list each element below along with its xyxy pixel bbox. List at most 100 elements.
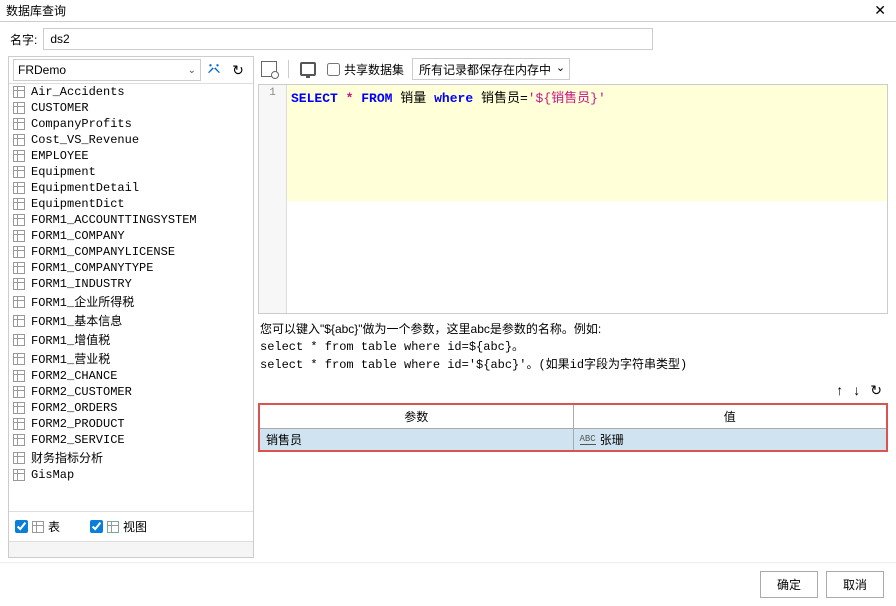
sql-cond-field: 销售员=	[481, 91, 528, 106]
table-item[interactable]: Equipment	[9, 164, 253, 180]
table-icon	[13, 262, 25, 274]
refresh-params-icon[interactable]: ↻	[870, 382, 882, 399]
table-filter-label: 表	[48, 518, 60, 535]
table-item[interactable]: FORM1_COMPANY	[9, 228, 253, 244]
table-item-label: FORM2_CUSTOMER	[31, 385, 132, 399]
param-row[interactable]: 销售员 ABC 张珊	[260, 429, 886, 450]
table-icon	[13, 296, 25, 308]
sql-star: *	[346, 91, 354, 106]
string-type-icon: ABC	[580, 434, 596, 445]
sql-select: SELECT	[291, 91, 338, 106]
hint-line1: 您可以键入"${abc}"做为一个参数，这里abc是参数的名称。例如:	[260, 320, 886, 338]
table-item[interactable]: EquipmentDict	[9, 196, 253, 212]
table-icon	[13, 278, 25, 290]
table-item-label: FORM1_增值税	[31, 331, 110, 348]
horizontal-scrollbar[interactable]	[9, 541, 253, 557]
table-icon	[13, 86, 25, 98]
table-icon	[13, 198, 25, 210]
screen-icon[interactable]	[297, 58, 319, 80]
table-icon	[13, 434, 25, 446]
move-down-icon[interactable]: ↓	[853, 382, 860, 399]
name-input[interactable]	[43, 28, 653, 50]
table-item[interactable]: EMPLOYEE	[9, 148, 253, 164]
sql-table: 销量	[400, 91, 426, 106]
table-item-label: FORM2_PRODUCT	[31, 417, 125, 431]
table-list[interactable]: Air_Accidents CUSTOMERCompanyProfitsCost_…	[9, 84, 253, 512]
move-up-icon[interactable]: ↑	[836, 382, 843, 399]
table-item-label: Cost_VS_Revenue	[31, 133, 139, 147]
table-icon	[13, 166, 25, 178]
memory-option: 所有记录都保存在内存中	[419, 61, 551, 78]
table-icon	[13, 402, 25, 414]
table-item[interactable]: FORM1_INDUSTRY	[9, 276, 253, 292]
view-filter-checkbox[interactable]	[90, 520, 103, 533]
table-icon	[13, 315, 25, 327]
table-item[interactable]: CompanyProfits	[9, 116, 253, 132]
cancel-button[interactable]: 取消	[826, 571, 884, 598]
left-pane: FRDemo ⌄ ↻ Air_Accidents CUSTOMERCompanyP…	[8, 56, 254, 558]
table-item[interactable]: CUSTOMER	[9, 100, 253, 116]
chevron-down-icon: ⌄	[188, 65, 196, 76]
share-dataset-label: 共享数据集	[344, 61, 404, 78]
table-item-label: Equipment	[31, 165, 96, 179]
table-item[interactable]: FORM2_CUSTOMER	[9, 384, 253, 400]
table-item[interactable]: Air_Accidents	[9, 84, 253, 100]
table-item[interactable]: FORM2_SERVICE	[9, 432, 253, 448]
table-item[interactable]: FORM1_COMPANYTYPE	[9, 260, 253, 276]
table-icon	[13, 334, 25, 346]
refresh-icon[interactable]: ↻	[227, 59, 249, 81]
memory-select[interactable]: 所有记录都保存在内存中	[412, 58, 570, 80]
table-item-label: 财务指标分析	[31, 449, 103, 466]
view-icon	[107, 521, 119, 533]
table-icon	[13, 214, 25, 226]
param-name-cell[interactable]: 销售员	[260, 429, 574, 450]
hint-line3: select * from table where id='${abc}'。(如…	[260, 356, 886, 374]
table-item-label: Air_Accidents	[31, 85, 125, 99]
table-icon	[13, 118, 25, 130]
table-icon	[13, 102, 25, 114]
table-item-label: FORM1_COMPANYLICENSE	[31, 245, 175, 259]
cut-icon[interactable]	[203, 59, 225, 81]
table-icon	[13, 418, 25, 430]
table-item[interactable]: Cost_VS_Revenue	[9, 132, 253, 148]
table-item[interactable]: FORM1_企业所得税	[9, 292, 253, 311]
table-item[interactable]: EquipmentDetail	[9, 180, 253, 196]
table-item-label: FORM1_INDUSTRY	[31, 277, 132, 291]
share-dataset-checkbox[interactable]	[327, 63, 340, 76]
table-item[interactable]: FORM1_营业税	[9, 349, 253, 368]
table-item[interactable]: FORM1_COMPANYLICENSE	[9, 244, 253, 260]
table-item[interactable]: FORM2_CHANCE	[9, 368, 253, 384]
table-icon	[13, 230, 25, 242]
table-item[interactable]: FORM1_基本信息	[9, 311, 253, 330]
table-filter-checkbox[interactable]	[15, 520, 28, 533]
table-item[interactable]: FORM2_PRODUCT	[9, 416, 253, 432]
ok-button[interactable]: 确定	[760, 571, 818, 598]
param-table: 参数 值 销售员 ABC 张珊	[258, 403, 888, 452]
table-item-label: FORM2_SERVICE	[31, 433, 125, 447]
table-item[interactable]: FORM1_增值税	[9, 330, 253, 349]
table-item-label: CUSTOMER	[31, 101, 89, 115]
table-item-label: GisMap	[31, 468, 74, 482]
name-label: 名字:	[10, 31, 37, 48]
line-number: 1	[259, 87, 286, 99]
table-item[interactable]: GisMap	[9, 467, 253, 483]
sql-param: '${销售员}'	[528, 91, 606, 106]
table-item-label: FORM1_COMPANYTYPE	[31, 261, 153, 275]
table-item[interactable]: FORM2_ORDERS	[9, 400, 253, 416]
preview-icon[interactable]	[258, 58, 280, 80]
sql-editor[interactable]: 1 SELECT * FROM 销量 where 销售员='${销售员}'	[258, 84, 888, 314]
close-icon[interactable]: ✕	[870, 2, 890, 19]
table-icon	[13, 452, 25, 464]
table-icon	[13, 370, 25, 382]
sql-from: FROM	[361, 91, 392, 106]
table-item-label: EquipmentDict	[31, 197, 125, 211]
table-item[interactable]: 财务指标分析	[9, 448, 253, 467]
table-item[interactable]: FORM1_ACCOUNTTINGSYSTEM	[9, 212, 253, 228]
param-value-cell[interactable]: 张珊	[600, 431, 624, 448]
table-item-label: FORM1_营业税	[31, 350, 110, 367]
table-icon	[13, 182, 25, 194]
table-item-label: FORM2_ORDERS	[31, 401, 117, 415]
window-title: 数据库查询	[6, 2, 66, 19]
table-item-label: EquipmentDetail	[31, 181, 139, 195]
connection-select[interactable]: FRDemo ⌄	[13, 59, 201, 81]
